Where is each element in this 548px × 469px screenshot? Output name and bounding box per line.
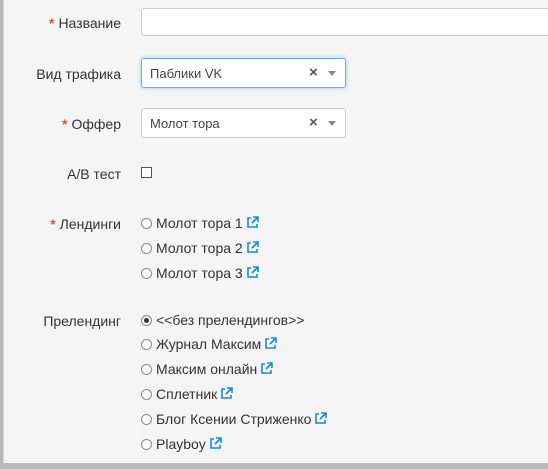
radio-button-checked[interactable] [141,315,152,326]
landing-option-label: Молот тора 2 [156,240,243,256]
prelanding-option-label: Сплетник [156,386,218,402]
prelanding-option[interactable]: Максим онлайн [141,360,274,378]
prelanding-option-label: Playboy [156,436,206,452]
landings-label: * Лендинги [50,216,121,232]
form-panel: * Название Вид трафика Паблики VK × * Оффе… [3,0,548,463]
required-mark: * [48,15,55,31]
landings-label-text: Лендинги [59,216,121,232]
external-link-icon[interactable] [314,412,328,425]
external-link-icon[interactable] [246,266,259,279]
external-link-icon[interactable] [220,387,234,400]
landing-option-label: Молот тора 1 [156,215,243,231]
ab-test-checkbox[interactable] [141,167,152,178]
name-input[interactable] [141,8,548,36]
offer-label-text: Оффер [71,116,122,132]
ab-test-label: A/B тест [67,166,121,182]
prelanding-option[interactable]: Playboy [141,435,222,453]
traffic-type-select[interactable]: Паблики VK × [141,58,346,88]
offer-select[interactable]: Молот тора × [141,108,346,138]
traffic-type-label: Вид трафика [36,66,121,82]
radio-button[interactable] [141,389,152,400]
radio-button[interactable] [141,339,152,350]
prelanding-option[interactable]: Журнал Максим [141,335,278,353]
offer-label: * Оффер [62,116,121,132]
clear-icon[interactable]: × [309,114,318,132]
landing-option[interactable]: Молот тора 3 [141,264,259,282]
prelanding-option-label: Максим онлайн [156,361,258,377]
radio-button[interactable] [141,218,152,229]
prelanding-option[interactable]: Сплетник [141,385,234,403]
name-label: * Название [49,15,121,31]
radio-button[interactable] [141,243,152,254]
radio-button[interactable] [141,364,152,375]
prelanding-option-label: Журнал Максим [156,336,262,352]
name-label-text: Название [58,15,121,31]
prelanding-option[interactable]: Блог Ксении Стриженко [141,410,328,428]
prelanding-option[interactable]: <<без прелендингов>> [141,311,304,329]
landing-option[interactable]: Молот тора 2 [141,239,259,257]
clear-icon[interactable]: × [309,64,318,82]
required-mark: * [50,216,56,232]
radio-button[interactable] [141,268,152,279]
prelanding-label: Прелендинг [43,313,121,329]
radio-button[interactable] [141,414,152,425]
external-link-icon[interactable] [246,241,259,254]
external-link-icon[interactable] [260,362,274,375]
landing-option-label: Молот тора 3 [156,265,243,281]
external-link-icon[interactable] [209,437,222,450]
external-link-icon[interactable] [246,216,259,229]
chevron-down-icon[interactable] [328,121,336,126]
chevron-down-icon[interactable] [328,71,336,76]
offer-value: Молот тора [150,116,220,131]
prelanding-option-label: Блог Ксении Стриженко [156,411,312,427]
radio-button[interactable] [141,439,152,450]
landing-option[interactable]: Молот тора 1 [141,214,259,232]
external-link-icon[interactable] [264,337,278,350]
required-mark: * [62,116,68,132]
prelanding-option-label: <<без прелендингов>> [156,312,305,328]
traffic-type-value: Паблики VK [150,66,223,81]
